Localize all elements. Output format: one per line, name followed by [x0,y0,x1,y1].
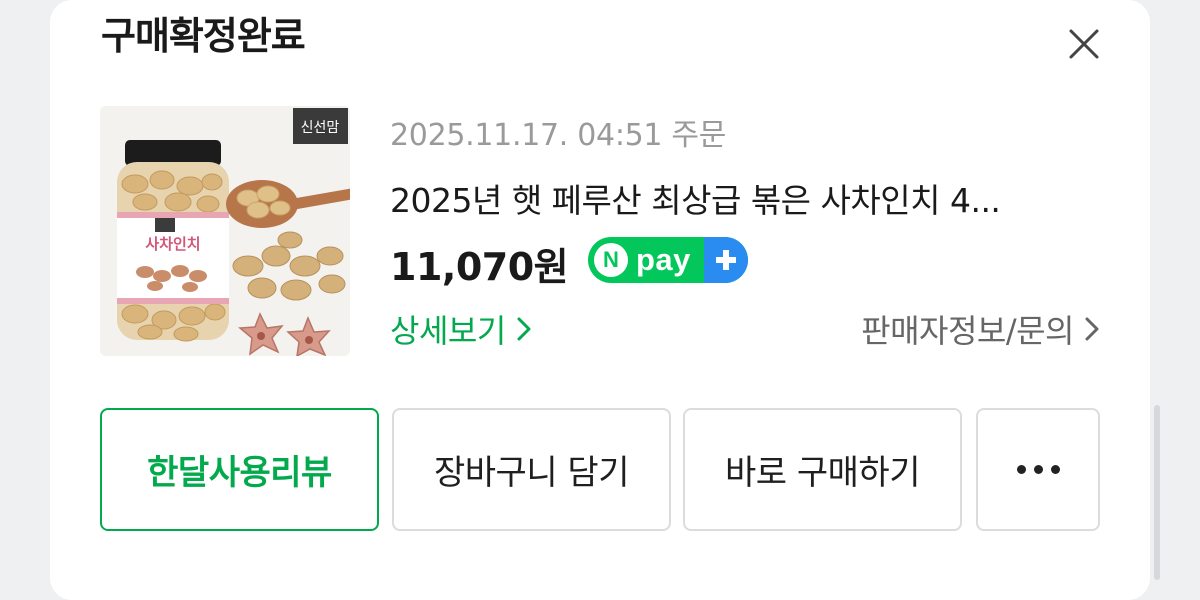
jar-label-text: 사차인치 [145,235,200,253]
seller-info-label: 판매자정보/문의 [861,312,1074,350]
add-to-cart-button[interactable]: 장바구니 담기 [392,408,671,531]
order-status-title: 구매확정완료 [101,14,306,58]
view-details-link[interactable]: 상세보기 [390,306,532,352]
chevron-right-icon [1085,317,1099,341]
more-options-button[interactable] [976,408,1100,531]
product-price: 11,070원 [390,245,569,289]
npay-plus-badge: N pay [588,237,748,283]
product-thumbnail[interactable]: 사차인치 신선맘 [100,106,350,356]
close-icon [1069,29,1099,59]
chevron-right-icon [517,317,531,341]
monthly-review-button[interactable]: 한달사용리뷰 [100,408,379,531]
more-dots-icon [1016,465,1060,474]
close-button[interactable] [1062,22,1106,66]
npay-n-logo: N [594,243,628,277]
seller-info-link[interactable]: 판매자정보/문의 [861,306,1100,352]
view-details-label: 상세보기 [390,312,506,350]
order-date: 2025.11.17. 04:51 주문 [390,118,727,153]
plus-icon [704,237,748,283]
product-name[interactable]: 2025년 햇 페루산 최상급 볶은 사차인치 4... [390,174,1100,222]
brand-logo-text: 신선맘 [301,120,340,136]
npay-label: pay [636,242,691,277]
buy-now-button[interactable]: 바로 구매하기 [683,408,962,531]
scrollbar[interactable] [1154,405,1160,580]
